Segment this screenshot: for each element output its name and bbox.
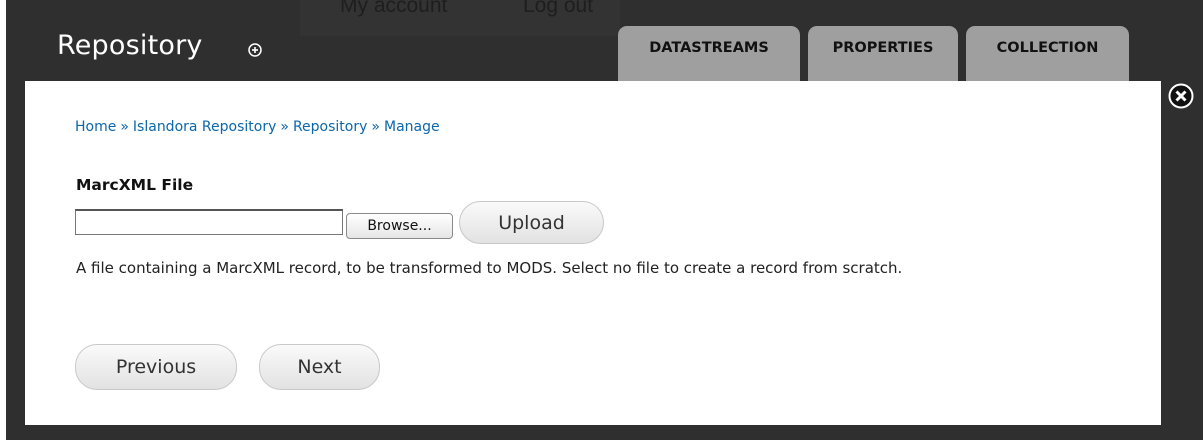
field-description: A file containing a MarcXML record, to b… [76, 259, 903, 277]
marcxml-file-input[interactable] [75, 209, 343, 235]
marcxml-file-label: MarcXML File [76, 176, 194, 194]
tab-properties[interactable]: PROPERTIES [808, 26, 958, 88]
breadcrumb-separator: » [120, 119, 129, 135]
upload-button[interactable]: Upload [459, 201, 604, 244]
breadcrumb-separator: » [371, 119, 380, 135]
previous-button[interactable]: Previous [75, 344, 237, 390]
breadcrumb-separator: » [280, 119, 289, 135]
tab-datastreams[interactable]: DATASTREAMS [618, 26, 800, 88]
close-icon[interactable] [1168, 83, 1194, 109]
next-button[interactable]: Next [259, 344, 380, 390]
site-title[interactable]: Repository [57, 30, 203, 61]
breadcrumb: Home» Islandora Repository» Repository» Man… [75, 119, 440, 135]
my-account-link[interactable]: My account [340, 0, 447, 18]
breadcrumb-manage[interactable]: Manage [384, 119, 440, 135]
breadcrumb-home[interactable]: Home [75, 119, 116, 135]
breadcrumb-islandora-repository[interactable]: Islandora Repository [133, 119, 276, 135]
breadcrumb-repository[interactable]: Repository [293, 119, 367, 135]
tab-collection[interactable]: COLLECTION [966, 26, 1129, 88]
top-links-bar: My account Log out [300, 0, 620, 36]
log-out-link[interactable]: Log out [523, 0, 593, 18]
browse-button[interactable]: Browse... [346, 213, 453, 239]
plus-circle-icon[interactable] [248, 43, 262, 57]
